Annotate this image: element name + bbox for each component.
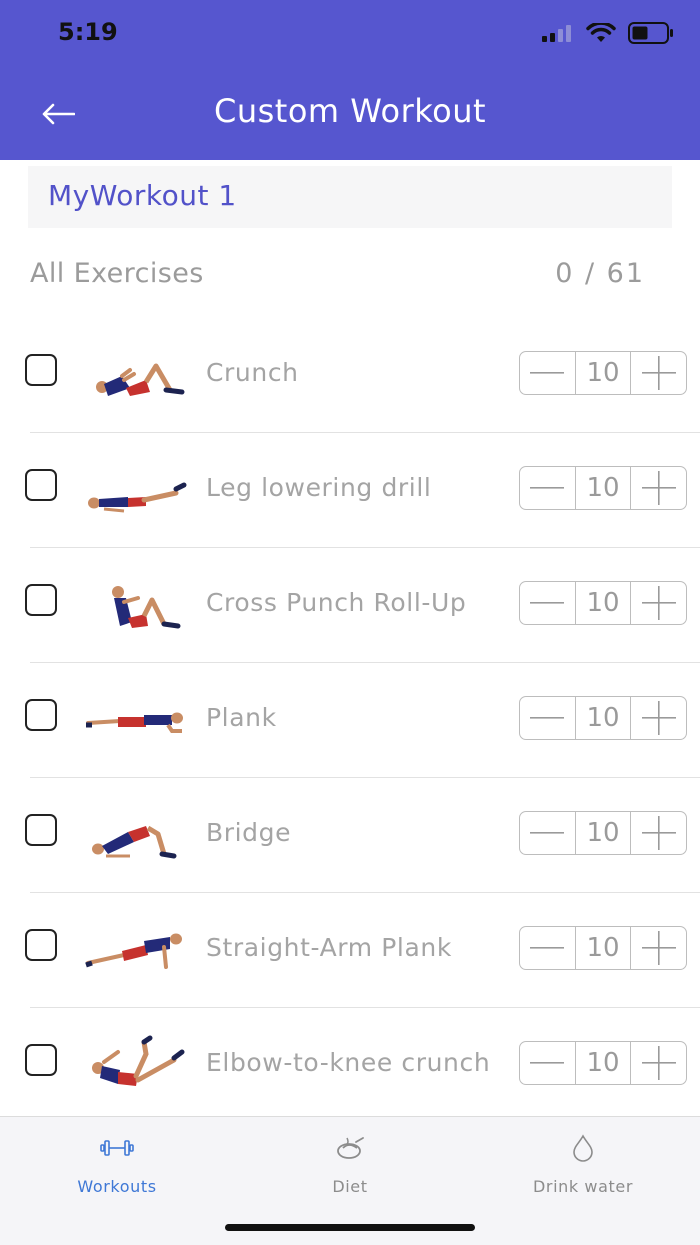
reps-value: 10 xyxy=(574,582,631,624)
plus-icon xyxy=(641,931,676,965)
exercise-row: Leg lowering drill 10 xyxy=(0,433,700,548)
tab-workouts[interactable]: Workouts xyxy=(27,1131,207,1196)
minus-icon xyxy=(530,832,565,834)
workout-name-text: MyWorkout 1 xyxy=(48,179,237,212)
decrement-button[interactable] xyxy=(520,352,575,394)
page-title: Custom Workout xyxy=(213,92,487,130)
reps-stepper: 10 xyxy=(519,1041,687,1085)
increment-button[interactable] xyxy=(630,352,686,394)
minus-icon xyxy=(530,1062,565,1064)
reps-value: 10 xyxy=(574,927,631,969)
bridge-illustration xyxy=(92,825,177,859)
app-header: 5:19 Custom Workout xyxy=(0,0,700,160)
plus-icon xyxy=(641,701,676,735)
straight-arm-plank-illustration xyxy=(85,933,182,969)
increment-button[interactable] xyxy=(630,1042,686,1084)
minus-icon xyxy=(530,947,565,949)
reps-stepper: 10 xyxy=(519,696,687,740)
tab-drink-water[interactable]: Drink water xyxy=(493,1131,673,1196)
exercise-row: Elbow-to-knee crunch 10 xyxy=(0,1008,700,1123)
plus-icon xyxy=(641,1046,676,1080)
exercise-row: Cross Punch Roll-Up 10 xyxy=(0,548,700,663)
tab-label: Diet xyxy=(332,1177,368,1196)
minus-icon xyxy=(530,602,565,604)
workout-name-field[interactable]: MyWorkout 1 xyxy=(28,166,672,228)
reps-stepper: 10 xyxy=(519,351,687,395)
decrement-button[interactable] xyxy=(520,1042,575,1084)
increment-button[interactable] xyxy=(630,927,686,969)
increment-button[interactable] xyxy=(630,582,686,624)
reps-value: 10 xyxy=(574,812,631,854)
dumbbell-icon xyxy=(100,1140,134,1156)
exercise-name: Cross Punch Roll-Up xyxy=(206,588,467,617)
leg-lowering-illustration xyxy=(88,482,187,513)
reps-value: 10 xyxy=(574,467,631,509)
wifi-icon xyxy=(586,23,616,42)
exercise-checkbox[interactable] xyxy=(25,1044,57,1076)
exercise-checkbox[interactable] xyxy=(25,469,57,501)
status-icons xyxy=(542,22,674,44)
decrement-button[interactable] xyxy=(520,927,575,969)
exercise-row: Bridge 10 xyxy=(0,778,700,893)
plus-icon xyxy=(641,356,676,390)
cross-punch-illustration xyxy=(112,586,181,629)
plus-icon xyxy=(641,816,676,850)
exercise-checkbox[interactable] xyxy=(25,929,57,961)
increment-button[interactable] xyxy=(630,697,686,739)
exercise-row: Plank 10 xyxy=(0,663,700,778)
exercise-name: Plank xyxy=(206,703,277,732)
plus-icon xyxy=(641,586,676,620)
minus-icon xyxy=(530,372,565,374)
exercise-name: Straight-Arm Plank xyxy=(206,933,452,962)
tab-label: Workouts xyxy=(77,1177,157,1196)
reps-stepper: 10 xyxy=(519,926,687,970)
exercise-checkbox[interactable] xyxy=(25,584,57,616)
exercise-row: Straight-Arm Plank 10 xyxy=(0,893,700,1008)
exercise-list: Crunch 10 Leg lowering drill 10 Cross Pu… xyxy=(0,318,700,1123)
signal-icon xyxy=(542,25,571,42)
exercise-checkbox[interactable] xyxy=(25,354,57,386)
minus-icon xyxy=(530,717,565,719)
decrement-button[interactable] xyxy=(520,582,575,624)
crunch-illustration xyxy=(96,363,185,396)
elbow-to-knee-illustration xyxy=(92,1035,185,1086)
exercise-name: Bridge xyxy=(206,818,292,847)
reps-value: 10 xyxy=(574,1042,631,1084)
increment-button[interactable] xyxy=(630,812,686,854)
plus-icon xyxy=(641,471,676,505)
reps-stepper: 10 xyxy=(519,811,687,855)
all-exercises-label: All Exercises xyxy=(30,258,204,289)
home-indicator xyxy=(225,1224,475,1231)
tab-diet[interactable]: Diet xyxy=(260,1131,440,1196)
water-drop-icon xyxy=(573,1134,593,1162)
exercise-checkbox[interactable] xyxy=(25,814,57,846)
decrement-button[interactable] xyxy=(520,467,575,509)
reps-value: 10 xyxy=(574,352,631,394)
decrement-button[interactable] xyxy=(520,697,575,739)
status-time: 5:19 xyxy=(58,18,118,46)
exercise-name: Crunch xyxy=(206,358,299,387)
decrement-button[interactable] xyxy=(520,812,575,854)
exercise-checkbox[interactable] xyxy=(25,699,57,731)
minus-icon xyxy=(530,487,565,489)
exercise-row: Crunch 10 xyxy=(0,318,700,433)
reps-stepper: 10 xyxy=(519,581,687,625)
increment-button[interactable] xyxy=(630,467,686,509)
reps-stepper: 10 xyxy=(519,466,687,510)
battery-icon xyxy=(628,22,673,44)
diet-plate-icon xyxy=(337,1137,364,1159)
selected-count: 0 / 61 xyxy=(555,258,645,289)
reps-value: 10 xyxy=(574,697,631,739)
exercise-name: Elbow-to-knee crunch xyxy=(206,1048,491,1077)
plank-illustration xyxy=(86,712,183,733)
tab-label: Drink water xyxy=(532,1177,634,1196)
exercise-name: Leg lowering drill xyxy=(206,473,432,502)
